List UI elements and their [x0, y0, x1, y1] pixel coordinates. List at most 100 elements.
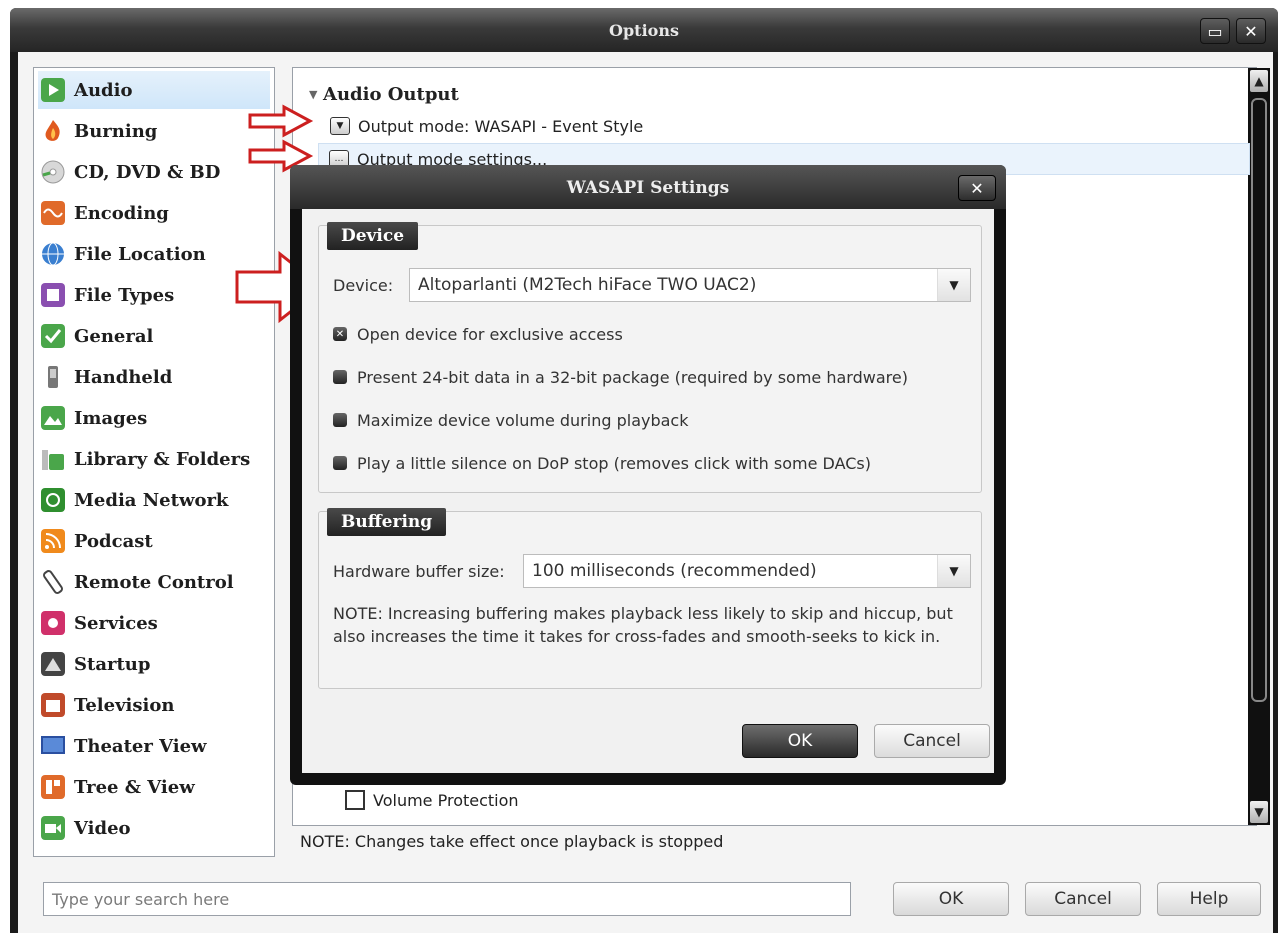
category-list[interactable]: Audio Burning CD, DVD & BD Encoding File… — [33, 67, 275, 857]
buffer-note: NOTE: Increasing buffering makes playbac… — [333, 604, 953, 646]
maximize-volume-checkbox[interactable] — [333, 413, 347, 427]
changes-note: NOTE: Changes take effect once playback … — [300, 832, 724, 851]
scrollbar[interactable]: ▲ ▼ — [1248, 68, 1270, 825]
help-button[interactable]: Help — [1157, 882, 1261, 916]
sidebar-item-label: Images — [74, 407, 148, 429]
scroll-down-button[interactable]: ▼ — [1250, 801, 1268, 823]
sidebar-item-label: General — [74, 325, 154, 347]
dropdown-icon[interactable]: ▼ — [330, 117, 350, 135]
sidebar-item-label: File Location — [74, 243, 206, 265]
title-bar[interactable]: Options ▭ ✕ — [10, 8, 1278, 52]
arrow-up-icon: ▲ — [1254, 74, 1264, 88]
sidebar-item-media-network[interactable]: Media Network — [38, 481, 270, 519]
close-button[interactable]: ✕ — [1236, 18, 1266, 44]
sidebar-item-label: Audio — [74, 79, 133, 101]
close-icon: ✕ — [970, 178, 984, 198]
buffering-group: Buffering Hardware buffer size: 100 mill… — [318, 508, 982, 689]
sidebar-item-label: Theater View — [74, 735, 207, 757]
dop-silence-checkbox[interactable] — [333, 456, 347, 470]
sidebar-item-label: CD, DVD & BD — [74, 161, 221, 183]
sidebar-item-video[interactable]: Video — [38, 809, 270, 847]
buffer-size-label: Hardware buffer size: — [333, 561, 505, 581]
sidebar-item-label: Television — [74, 694, 175, 716]
sidebar-item-encoding[interactable]: Encoding — [38, 194, 270, 232]
dialog-title: WASAPI Settings — [566, 178, 730, 198]
sidebar-item-podcast[interactable]: Podcast — [38, 522, 270, 560]
sidebar-item-label: Startup — [74, 653, 151, 675]
scroll-thumb[interactable] — [1251, 98, 1267, 702]
scroll-up-button[interactable]: ▲ — [1250, 70, 1268, 92]
option-exclusive-access[interactable]: ✕ Open device for exclusive access — [333, 322, 623, 346]
library-icon — [38, 444, 68, 474]
option-label: Present 24-bit data in a 32-bit package … — [357, 367, 908, 387]
services-icon — [38, 608, 68, 638]
option-maximize-volume[interactable]: Maximize device volume during playback — [333, 408, 688, 432]
search-placeholder: Type your search here — [52, 889, 230, 909]
exclusive-access-checkbox[interactable]: ✕ — [333, 327, 347, 341]
sidebar-item-label: Library & Folders — [74, 448, 251, 470]
sidebar-item-tree-view[interactable]: Tree & View — [38, 768, 270, 806]
dialog-ok-button[interactable]: OK — [742, 724, 858, 758]
window-title: Options — [609, 21, 679, 40]
tv-icon — [38, 690, 68, 720]
output-mode-row[interactable]: ▼ Output mode: WASAPI - Event Style — [320, 111, 643, 141]
volume-protection-row[interactable]: Volume Protection — [320, 785, 519, 815]
close-icon: ✕ — [1244, 21, 1258, 41]
maximize-button[interactable]: ▭ — [1200, 18, 1230, 44]
chevron-down-icon[interactable]: ▼ — [937, 555, 970, 587]
dialog-close-button[interactable]: ✕ — [958, 175, 996, 201]
sidebar-item-library-folders[interactable]: Library & Folders — [38, 440, 270, 478]
sidebar-item-theater-view[interactable]: Theater View — [38, 727, 270, 765]
dialog-cancel-button[interactable]: Cancel — [874, 724, 990, 758]
buffer-size-select[interactable]: 100 milliseconds (recommended) ▼ — [523, 554, 971, 588]
sidebar-item-startup[interactable]: Startup — [38, 645, 270, 683]
sidebar-item-label: Tree & View — [74, 776, 195, 798]
annotation-arrow-icon — [248, 104, 314, 138]
chevron-down-icon[interactable]: ▼ — [937, 269, 970, 301]
maximize-icon: ▭ — [1207, 21, 1223, 41]
option-label: Maximize device volume during playback — [357, 410, 689, 430]
handheld-icon — [38, 362, 68, 392]
24bit-package-checkbox[interactable] — [333, 370, 347, 384]
sidebar-item-images[interactable]: Images — [38, 399, 270, 437]
ok-button[interactable]: OK — [893, 882, 1009, 916]
sidebar-item-handheld[interactable]: Handheld — [38, 358, 270, 396]
sidebar-item-label: Video — [74, 817, 131, 839]
device-value: Altoparlanti (M2Tech hiFace TWO UAC2) — [418, 275, 757, 295]
network-icon — [38, 485, 68, 515]
sidebar-item-cd-dvd-bd[interactable]: CD, DVD & BD — [38, 153, 270, 191]
dialog-body: Device Device: Altoparlanti (M2Tech hiFa… — [302, 209, 994, 773]
encoding-icon — [38, 198, 68, 228]
device-select[interactable]: Altoparlanti (M2Tech hiFace TWO UAC2) ▼ — [409, 268, 971, 302]
sidebar-item-services[interactable]: Services — [38, 604, 270, 642]
dialog-title-bar[interactable]: WASAPI Settings ✕ — [290, 165, 1006, 209]
search-input[interactable]: Type your search here — [43, 882, 851, 916]
sidebar-item-label: File Types — [74, 284, 175, 306]
buffer-size-value: 100 milliseconds (recommended) — [532, 561, 817, 581]
sidebar-item-label: Handheld — [74, 366, 173, 388]
sidebar-item-label: Media Network — [74, 489, 229, 511]
remote-icon — [38, 567, 68, 597]
tree-icon — [38, 772, 68, 802]
audio-icon — [38, 75, 68, 105]
option-label: Play a little silence on DoP stop (remov… — [357, 453, 871, 473]
sidebar-item-burning[interactable]: Burning — [38, 112, 270, 150]
burning-icon — [38, 116, 68, 146]
video-icon — [38, 813, 68, 843]
rss-icon — [38, 526, 68, 556]
sidebar-item-remote-control[interactable]: Remote Control — [38, 563, 270, 601]
option-24bit-package[interactable]: Present 24-bit data in a 32-bit package … — [333, 365, 908, 389]
cancel-button[interactable]: Cancel — [1025, 882, 1141, 916]
sidebar-item-television[interactable]: Television — [38, 686, 270, 724]
option-label: Open device for exclusive access — [357, 324, 623, 344]
sidebar-item-audio[interactable]: Audio — [38, 71, 270, 109]
puzzle-icon — [38, 280, 68, 310]
general-icon — [38, 321, 68, 351]
sidebar-item-label: Services — [74, 612, 158, 634]
disc-icon — [38, 157, 68, 187]
images-icon — [38, 403, 68, 433]
volume-protection-checkbox[interactable] — [345, 790, 365, 810]
option-dop-silence[interactable]: Play a little silence on DoP stop (remov… — [333, 451, 871, 475]
collapse-triangle-icon[interactable]: ▼ — [309, 88, 317, 101]
theater-icon — [38, 731, 68, 761]
